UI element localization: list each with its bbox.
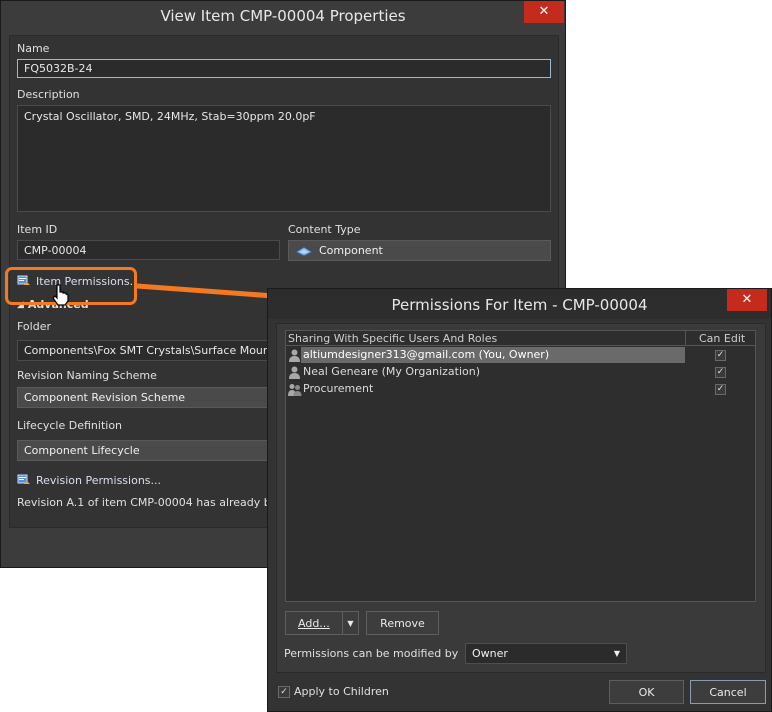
- user-icon: [289, 366, 300, 379]
- close-button[interactable]: ✕: [524, 1, 564, 23]
- user-name: altiumdesigner313@gmail.com (You, Owner): [301, 347, 685, 363]
- permissions-titlebar[interactable]: Permissions For Item - CMP-00004 ✕: [268, 289, 771, 319]
- description-label: Description: [17, 88, 80, 101]
- list-item[interactable]: Neal Geneare (My Organization) ✓: [286, 364, 756, 381]
- cancel-button[interactable]: Cancel: [690, 680, 766, 704]
- can-edit-checkbox[interactable]: ✓: [715, 384, 726, 395]
- chevron-down-icon: ▼: [613, 649, 620, 658]
- add-button-label: Add...: [298, 616, 330, 630]
- user-name: Neal Geneare (My Organization): [303, 365, 481, 378]
- modified-by-value: Owner: [472, 647, 508, 660]
- component-icon: [295, 245, 313, 257]
- permissions-icon: [17, 474, 30, 484]
- list-header: Sharing With Specific Users And Roles Ca…: [286, 331, 755, 346]
- folder-label: Folder: [17, 320, 51, 333]
- apply-children-checkbox[interactable]: ✓: [278, 685, 290, 698]
- revision-permissions-link[interactable]: Revision Permissions...: [17, 474, 161, 487]
- lifecycle-label: Lifecycle Definition: [17, 419, 123, 432]
- modified-by-dropdown[interactable]: Owner ▼: [465, 643, 627, 664]
- can-edit-checkbox[interactable]: ✓: [715, 350, 726, 361]
- properties-title: View Item CMP-00004 Properties: [160, 7, 406, 25]
- chevron-down-icon: ▼: [347, 618, 354, 628]
- list-item[interactable]: Procurement ✓: [286, 381, 756, 398]
- group-name: Procurement: [303, 382, 374, 395]
- revision-naming-label: Revision Naming Scheme: [17, 369, 157, 382]
- permissions-title: Permissions For Item - CMP-00004: [391, 296, 648, 314]
- revision-note: Revision A.1 of item CMP-00004 has alrea…: [17, 496, 292, 509]
- modified-by-label: Permissions can be modified by: [284, 647, 459, 660]
- name-label: Name: [17, 42, 50, 55]
- group-icon: [288, 384, 302, 396]
- description-textarea[interactable]: Crystal Oscillator, SMD, 24MHz, Stab=30p…: [17, 105, 551, 212]
- callout-highlight-box: [5, 267, 137, 305]
- content-type-field: Component: [288, 240, 551, 261]
- add-dropdown-button[interactable]: ▼: [342, 611, 359, 635]
- ok-button[interactable]: OK: [609, 680, 684, 704]
- content-type-label: Content Type: [288, 223, 361, 236]
- sharing-list[interactable]: Sharing With Specific Users And Roles Ca…: [285, 330, 756, 602]
- content-type-value: Component: [319, 244, 383, 257]
- close-button[interactable]: ✕: [727, 289, 767, 311]
- add-button[interactable]: Add...: [285, 611, 343, 635]
- properties-titlebar[interactable]: View Item CMP-00004 Properties ✕: [1, 1, 565, 31]
- user-icon: [289, 349, 300, 362]
- item-id-field: CMP-00004: [17, 240, 280, 260]
- can-edit-checkbox[interactable]: ✓: [715, 367, 726, 378]
- permissions-dialog: Permissions For Item - CMP-00004 ✕ Shari…: [267, 288, 772, 712]
- column-header-can-edit: Can Edit: [699, 332, 746, 345]
- hand-cursor-icon: [52, 284, 69, 306]
- remove-button[interactable]: Remove: [366, 611, 439, 635]
- revision-permissions-label: Revision Permissions...: [36, 474, 162, 487]
- name-input[interactable]: FQ5032B-24: [17, 59, 551, 78]
- apply-children-label: Apply to Children: [294, 685, 389, 698]
- list-item[interactable]: altiumdesigner313@gmail.com (You, Owner)…: [286, 347, 756, 364]
- apply-to-children[interactable]: ✓ Apply to Children: [278, 685, 389, 698]
- item-id-label: Item ID: [17, 223, 58, 236]
- column-divider: [685, 331, 686, 345]
- column-header-sharing: Sharing With Specific Users And Roles: [288, 332, 498, 345]
